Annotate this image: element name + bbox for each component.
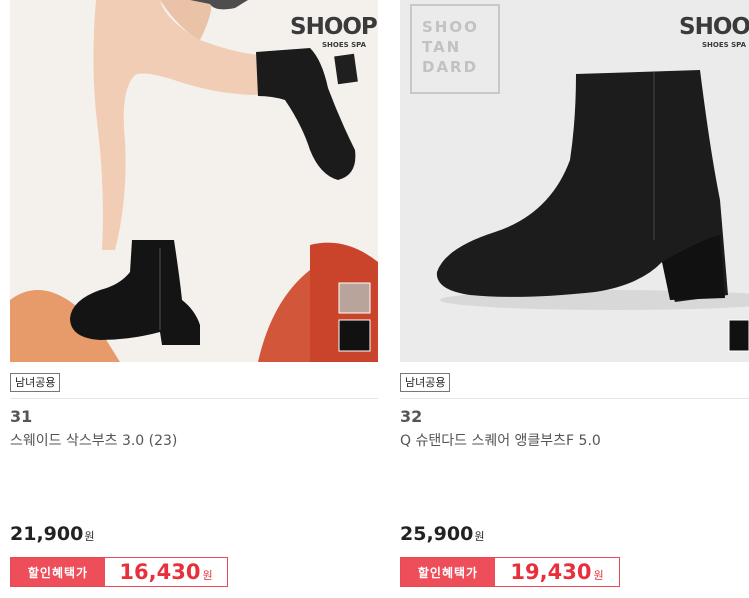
product-name[interactable]: 스웨이드 삭스부츠 3.0 (23) [10, 430, 177, 450]
currency-unit: 원 [202, 569, 213, 582]
discount-box: 할인혜택가 19,430 원 [400, 557, 620, 587]
price-value: 25,900 [400, 523, 474, 545]
discount-price: 19,430 원 [495, 558, 619, 586]
discount-price-value: 16,430 [119, 560, 201, 584]
discount-price: 16,430 원 [105, 558, 227, 586]
discount-label: 할인혜택가 [11, 558, 105, 586]
brand-subtitle: SHOES SPA [322, 41, 367, 49]
brand-logo: SHOOPE [679, 14, 749, 40]
stamp-line: TAN [422, 38, 462, 56]
unisex-badge: 남녀공용 [400, 373, 451, 392]
brand-logo: SHOOPEN [290, 14, 378, 40]
divider [400, 398, 749, 399]
product-name[interactable]: Q 슈탠다드 스퀘어 앵클부츠F 5.0 [400, 430, 601, 450]
currency-unit: 원 [84, 530, 95, 543]
product-image[interactable]: SHOO TAN DARD SHOOPE SHOES SPA [400, 0, 749, 362]
currency-unit: 원 [474, 530, 485, 543]
stamp-line: SHOO [422, 18, 479, 36]
stamp-line: DARD [422, 58, 479, 76]
discount-price-value: 19,430 [510, 560, 592, 584]
unisex-badge: 남녀공용 [10, 373, 61, 392]
currency-unit: 원 [593, 569, 604, 582]
price-value: 21,900 [10, 523, 84, 545]
product-image[interactable]: SHOOPEN SHOES SPA [10, 0, 378, 362]
product-card[interactable]: SHOO TAN DARD SHOOPE SHOES SPA 남녀공용 32 Q… [400, 0, 749, 598]
product-photo [10, 0, 378, 362]
product-number: 31 [10, 407, 33, 426]
discount-label: 할인혜택가 [401, 558, 495, 586]
brand-subtitle: SHOES SPA [702, 41, 747, 49]
product-card[interactable]: SHOOPEN SHOES SPA 남녀공용 31 스웨이드 삭스부츠 3.0 … [10, 0, 380, 598]
product-number: 32 [400, 407, 423, 426]
divider [10, 398, 378, 399]
original-price: 21,900원 [10, 523, 94, 545]
discount-box: 할인혜택가 16,430 원 [10, 557, 228, 587]
original-price: 25,900원 [400, 523, 484, 545]
